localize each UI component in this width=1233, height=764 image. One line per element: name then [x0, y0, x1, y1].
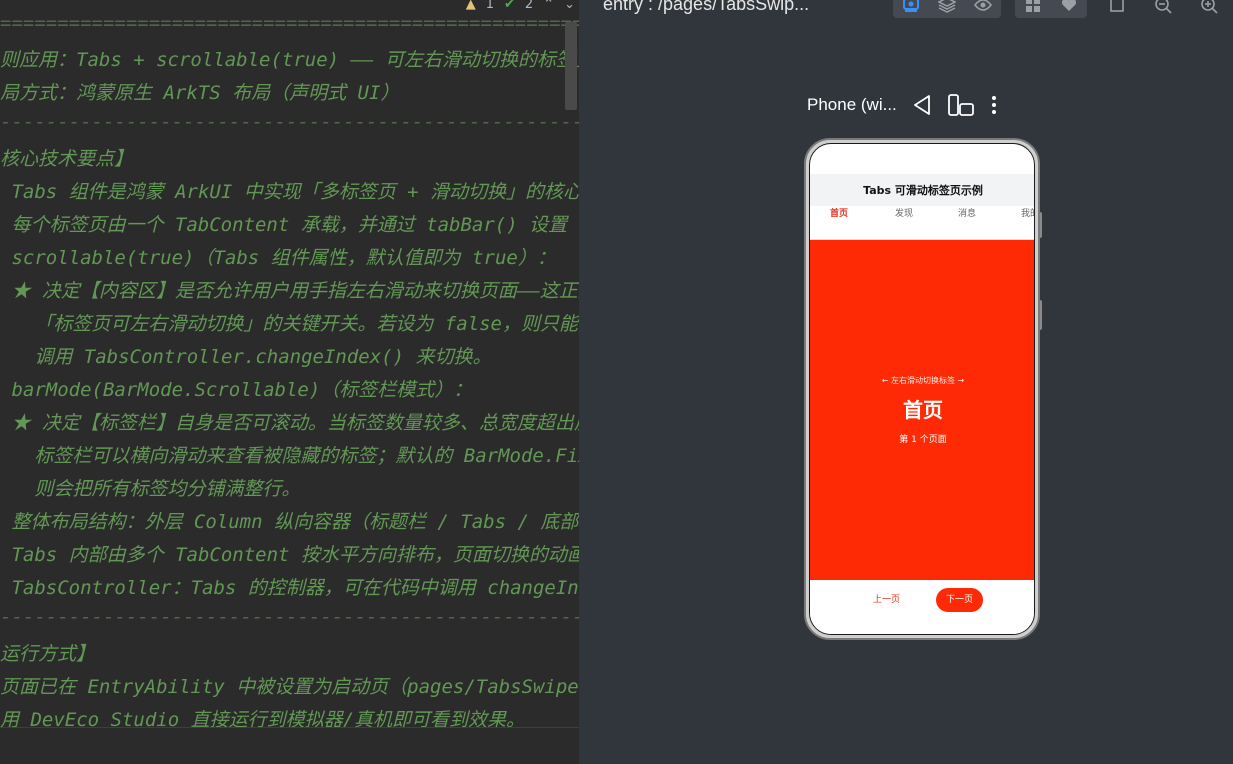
page-subtitle: 第 1 个页面 [899, 435, 947, 445]
tab-bar[interactable]: 首页 发现 消息 我的 [810, 206, 1034, 240]
editor-scrollbar[interactable] [565, 22, 577, 110]
zoom-in-icon[interactable] [1193, 0, 1225, 18]
previewer-panel: entry : /pages/TabsSwip... Phone (wi... … [579, 0, 1233, 764]
warning-icon: ▲ [465, 0, 476, 12]
code-line: Tabs 组件是鸿蒙 ArkUI 中实现「多标签页 + 滑动切换」的核心 [0, 181, 579, 203]
code-line: 局方式：鸿蒙原生 ArkTS 布局（声明式 UI） [0, 82, 400, 104]
chevron-up-icon[interactable]: ⌃ [543, 0, 554, 12]
editor-bottom-bar [0, 727, 579, 764]
next-page-button[interactable]: 下一页 [936, 588, 984, 612]
tab-content-page[interactable]: ← 左右滑动切换标签 → 首页 第 1 个页面 [810, 240, 1034, 580]
tab-item[interactable]: 首页 [830, 206, 848, 240]
code-line: 每个标签页由一个 TabContent 承载，并通过 tabBar() 设置 [0, 214, 568, 236]
page-nav: 上一页 下一页 [810, 580, 1034, 634]
code-line: 页面已在 EntryAbility 中被设置为启动页（pages/TabsSwi… [0, 676, 579, 698]
code-line: 标签栏可以横向滑动来查看被隐藏的标签；默认的 BarMode.Fixed [0, 445, 579, 467]
tab-item[interactable]: 发现 [895, 206, 913, 240]
tab-item[interactable]: 消息 [958, 206, 976, 240]
code-line: 则会把所有标签均分铺满整行。 [0, 478, 301, 500]
page-heading: 首页 [903, 398, 943, 422]
fit-icon[interactable] [1101, 0, 1133, 18]
swipe-hint: ← 左右滑动切换标签 → [881, 376, 965, 385]
code-line: ★ 决定【内容区】是否允许用户用手指左右滑动来切换页面——这正是 [0, 280, 579, 302]
code-editor[interactable]: ▲ 1 ✔ 2 ⌃ ⌄ ============================… [0, 0, 579, 764]
warning-count: 1 [485, 0, 494, 12]
phone-screen[interactable]: Tabs 可滑动标签页示例 首页 发现 消息 我的 ← 左右滑动切换标签 → 首页 第… [809, 143, 1035, 635]
check-icon: ✔ [504, 0, 515, 12]
code-line: 则应用：Tabs + scrollable(true) —— 可左右滑动切换的标… [0, 49, 579, 71]
prev-page-button[interactable]: 上一页 [863, 588, 910, 612]
components-icon[interactable] [1015, 0, 1051, 18]
inspection-status[interactable]: ▲ 1 ✔ 2 ⌃ ⌄ [466, 0, 575, 12]
code-line: scrollable(true)（Tabs 组件属性，默认值即为 true）： [0, 247, 556, 269]
component-group [1015, 0, 1087, 18]
more-vertical-icon[interactable] [989, 94, 999, 116]
device-bar: Phone (wi... [807, 91, 999, 119]
zoom-out-icon[interactable] [1147, 0, 1179, 18]
previewer-toolbar [893, 0, 1233, 18]
code-line: ★ 决定【标签栏】自身是否可滚动。当标签数量较多、总宽度超出屏 [0, 412, 579, 434]
device-name[interactable]: Phone (wi... [807, 95, 897, 115]
code-line: 核心技术要点】 [0, 148, 134, 170]
tab-item[interactable]: 我的 [1021, 206, 1034, 240]
code-line: 「标签页可左右滑动切换」的关键开关。若设为 false，则只能 [0, 313, 578, 335]
fold-device-icon[interactable] [947, 94, 975, 116]
code-line: barMode(BarMode.Scrollable)（标签栏模式）： [0, 379, 473, 401]
phone-frame: Tabs 可滑动标签页示例 首页 发现 消息 我的 ← 左右滑动切换标签 → 首页 第… [804, 138, 1040, 640]
view-mode-group [893, 0, 1001, 18]
code-lines: ========================================… [0, 12, 579, 738]
code-line: 调用 TabsController.changeIndex() 来切换。 [0, 346, 492, 368]
heart-icon[interactable] [1051, 0, 1087, 18]
code-line: 运行方式】 [0, 643, 96, 665]
eye-icon[interactable] [965, 0, 1001, 18]
app-title: Tabs 可滑动标签页示例 [863, 184, 983, 197]
previewer-title: entry : /pages/TabsSwip... [603, 0, 810, 14]
chevron-down-icon[interactable]: ⌄ [564, 0, 575, 12]
layers-icon[interactable] [929, 0, 965, 18]
app-title-bar: Tabs 可滑动标签页示例 [810, 174, 1034, 206]
check-count: 2 [524, 0, 534, 12]
code-line: 整体布局结构：外层 Column 纵向容器（标题栏 / Tabs / 底部 [0, 511, 579, 533]
code-line: ----------------------------------------… [0, 606, 579, 628]
code-line: TabsController：Tabs 的控制器，可在代码中调用 changeI… [0, 577, 579, 599]
code-line: ========================================… [0, 12, 579, 34]
inspector-icon[interactable] [893, 0, 929, 18]
code-line: Tabs 内部由多个 TabContent 按水平方向排布，页面切换的动画 [0, 544, 579, 566]
code-line: ----------------------------------------… [0, 111, 579, 133]
rotate-icon[interactable] [911, 94, 933, 116]
